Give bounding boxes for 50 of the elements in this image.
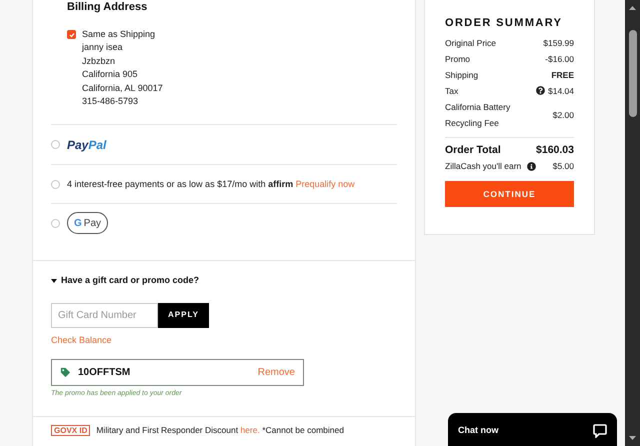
google-pay-logo: G Pay: [67, 212, 108, 234]
address-line: Jzbzbzn: [82, 54, 116, 68]
info-icon[interactable]: [527, 162, 536, 172]
billing-title: Billing Address: [67, 1, 148, 14]
check-icon: [68, 32, 74, 38]
promo-toggle[interactable]: Have a gift card or promo code?: [51, 274, 200, 288]
chat-bubble-icon: [593, 424, 607, 438]
check-balance-link[interactable]: Check Balance: [51, 334, 112, 348]
remove-link[interactable]: Remove: [258, 365, 295, 380]
order-total-value: $160.03: [536, 142, 574, 158]
apply-button[interactable]: APPLY: [158, 302, 209, 328]
summary-value: -$16.00: [545, 52, 574, 66]
summary-title: ORDER SUMMARY: [445, 16, 564, 31]
summary-label: Original Price: [445, 36, 498, 50]
address-line: janny isea: [82, 41, 124, 54]
promo-code: 10OFFTSM: [78, 366, 132, 380]
gift-card-field[interactable]: Gift Card Number: [51, 302, 158, 328]
address-line: California 905: [82, 68, 139, 82]
address-line: 315-486-5793: [82, 95, 140, 108]
order-total-label: Order Total: [445, 142, 501, 158]
summary-label: Tax: [445, 84, 460, 98]
summary-value: $2.00: [552, 108, 574, 122]
continue-button[interactable]: CONTINUE: [445, 181, 574, 207]
summary-value: $14.04: [548, 84, 574, 98]
summary-value: FREE: [551, 68, 574, 82]
checkbox[interactable]: [67, 30, 76, 39]
govx-text: Military and First Responder Discount here. *Cannot be combined: [96, 425, 344, 436]
summary-label: Shipping: [445, 68, 480, 82]
zillacash-label: ZillaCash you'll earn: [445, 160, 522, 173]
radio-button[interactable]: [51, 218, 60, 228]
scroll-down-icon[interactable]: [629, 436, 636, 440]
same-as-shipping-label: Same as Shipping: [82, 28, 156, 41]
summary-value: $159.99: [543, 36, 574, 50]
paypal-logo: PayPal: [67, 136, 106, 154]
prequalify-link[interactable]: Prequalify now: [296, 178, 355, 189]
caret-icon: [51, 279, 57, 284]
address-line: California, AL 90017: [82, 82, 163, 95]
chat-now-button[interactable]: Chat now: [448, 413, 617, 446]
tag-icon: [60, 367, 71, 378]
radio-button[interactable]: [51, 140, 60, 150]
summary-label: Promo: [445, 52, 472, 66]
zillacash-value: $5.00: [552, 160, 574, 173]
govx-here-link[interactable]: here.: [240, 425, 260, 436]
help-icon[interactable]: [536, 86, 545, 95]
affirm-text: 4 interest-free payments or as low as $17/mo with affirm Prequalify now: [67, 178, 355, 191]
scroll-up-icon[interactable]: [629, 6, 636, 10]
govx-logo: GOVX ID: [51, 424, 90, 436]
radio-button[interactable]: [51, 180, 60, 189]
summary-label: California Battery Recycling Fee: [445, 100, 512, 130]
scroll-thumb[interactable]: [628, 30, 636, 116]
